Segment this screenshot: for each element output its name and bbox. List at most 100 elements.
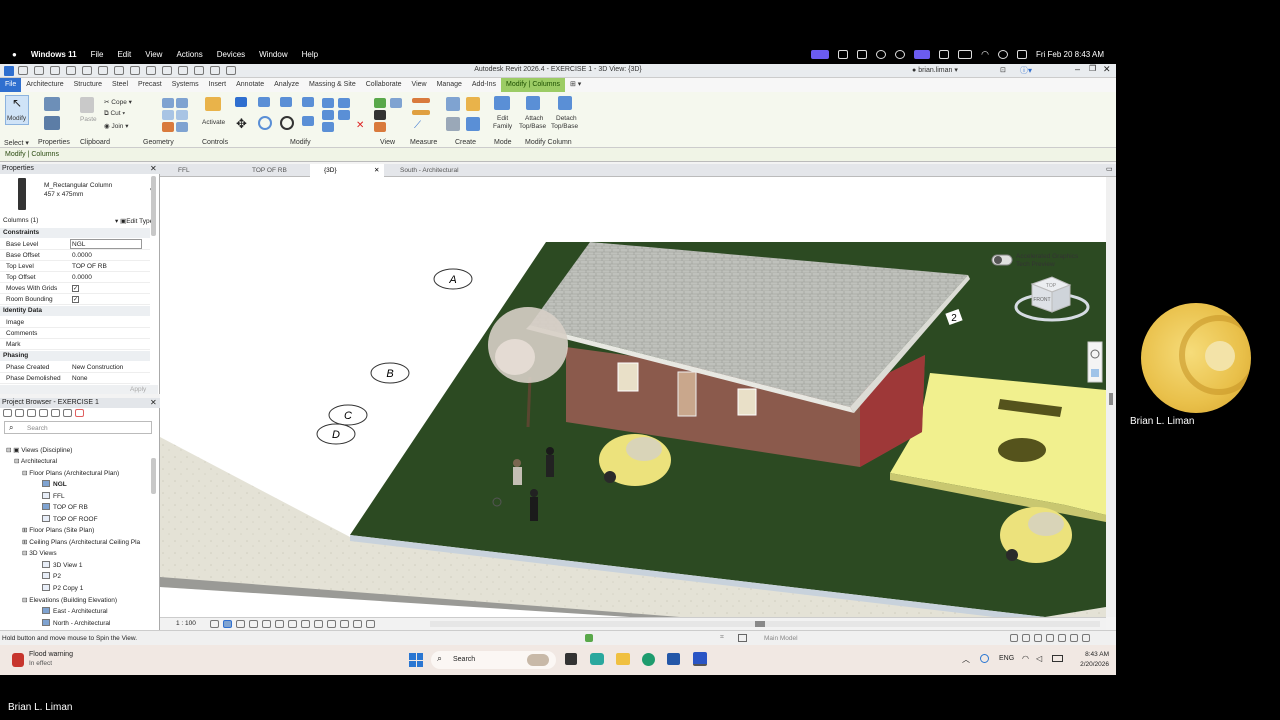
tree-item-ngl[interactable]: NGL — [42, 480, 67, 488]
tree-item-north[interactable]: North - Architectural — [42, 619, 110, 627]
offset-icon[interactable] — [258, 97, 270, 107]
phase-demolished-field[interactable]: None — [72, 375, 88, 382]
edit-type-button[interactable]: ▾ ▣Edit Type — [115, 217, 153, 225]
analytical-icon[interactable] — [353, 620, 362, 628]
browser-close-icon[interactable]: ✕ — [150, 398, 157, 407]
attach-label-2[interactable]: Top/Base — [519, 123, 546, 130]
select-links-icon[interactable] — [1010, 634, 1018, 642]
control-center-icon[interactable] — [1016, 49, 1027, 59]
menu-windows11[interactable]: Windows 11 — [31, 50, 77, 59]
cope-button[interactable]: ✂ Cope ▾ — [104, 98, 132, 106]
split-gap-icon[interactable] — [338, 98, 350, 108]
tree-item-ffl[interactable]: FFL — [42, 492, 65, 500]
attach-label-1[interactable]: Attach — [525, 115, 543, 122]
geometry-icon-1[interactable] — [162, 98, 174, 108]
participant-video[interactable] — [1141, 303, 1251, 413]
restore-button[interactable]: ❐ — [1089, 64, 1096, 73]
battery-icon[interactable] — [1052, 655, 1063, 662]
select-by-face-icon[interactable] — [1046, 634, 1054, 642]
parallels-icon[interactable] — [914, 49, 931, 59]
top-offset-field[interactable]: 0.0000 — [72, 274, 92, 281]
weather-alert-icon[interactable] — [12, 653, 24, 667]
temp-hide-icon[interactable] — [314, 620, 323, 628]
search-icon[interactable] — [997, 49, 1008, 59]
delete-icon[interactable]: ✕ — [356, 120, 364, 131]
grid-bubble-a[interactable]: A — [433, 268, 473, 290]
tab-view[interactable]: View — [407, 78, 432, 92]
render-icon[interactable] — [262, 620, 271, 628]
play-icon[interactable] — [895, 49, 906, 59]
copy-icon[interactable] — [258, 116, 272, 130]
viewport-vscroll[interactable] — [1106, 177, 1116, 617]
create-parts-icon[interactable] — [466, 97, 480, 111]
selection-filter[interactable]: Columns (1) — [3, 217, 38, 224]
tree-node-site-plan[interactable]: ⊞ Floor Plans (Site Plan) — [22, 526, 94, 534]
properties-scrollbar[interactable] — [151, 176, 156, 236]
apply-button[interactable]: Apply — [130, 386, 146, 393]
unpin-icon[interactable] — [338, 110, 350, 120]
geometry-icon-5[interactable] — [162, 122, 174, 132]
view-scale[interactable]: 1 : 100 — [176, 620, 196, 627]
geometry-icon-3[interactable] — [162, 110, 174, 120]
wifi-icon[interactable]: ◠ — [1022, 654, 1029, 663]
tab-close-icon[interactable]: ✕ — [374, 164, 379, 177]
car-1[interactable] — [599, 434, 671, 486]
edge-icon[interactable] — [642, 653, 655, 666]
crop-icon[interactable] — [275, 620, 284, 628]
window-1[interactable] — [617, 362, 639, 392]
tab-file[interactable]: File — [0, 78, 22, 92]
edit-family-icon[interactable] — [494, 96, 510, 110]
select-underlay-icon[interactable] — [1022, 634, 1030, 642]
start-button[interactable] — [409, 653, 423, 667]
align-icon[interactable] — [235, 97, 247, 107]
array-icon[interactable] — [322, 122, 334, 132]
tab-manage[interactable]: Manage — [432, 78, 467, 92]
zoom-icon[interactable] — [1091, 369, 1099, 377]
create-assembly-icon[interactable] — [446, 97, 460, 111]
section-phasing[interactable]: Phasing — [0, 351, 150, 361]
display-icon[interactable] — [939, 49, 950, 59]
move-icon[interactable]: ✥ — [236, 116, 247, 132]
measure-distance-icon[interactable] — [412, 98, 430, 103]
language-indicator[interactable]: ENG — [999, 655, 1014, 662]
tab-precast[interactable]: Precast — [133, 78, 167, 92]
tab-add-ins[interactable]: Add-Ins — [467, 78, 501, 92]
view-tab-south[interactable]: South - Architectural — [386, 164, 486, 177]
rotate-icon[interactable] — [280, 116, 294, 130]
vscroll-thumb[interactable] — [1109, 393, 1113, 405]
tab-structure[interactable]: Structure — [69, 78, 107, 92]
onedrive-icon[interactable] — [980, 654, 989, 663]
type-properties-icon[interactable] — [44, 97, 60, 111]
menu-window[interactable]: Window — [259, 50, 287, 59]
wifi-icon[interactable]: ◠ — [981, 49, 989, 60]
shadows-icon[interactable] — [249, 620, 258, 628]
tabs-menu-icon[interactable]: ▭ — [1106, 165, 1113, 173]
screenshot-icon[interactable] — [857, 49, 868, 59]
browser-family-icon[interactable] — [39, 409, 48, 417]
group-select[interactable]: Select ▾ — [4, 139, 29, 147]
background-process-icon[interactable] — [1070, 634, 1078, 642]
design-options-icon[interactable]: ⌗ — [720, 634, 724, 642]
tab-systems[interactable]: Systems — [167, 78, 204, 92]
grid-bubble-d[interactable]: D — [316, 423, 356, 445]
tree-node-floor-plans[interactable]: ⊟ Floor Plans (Architectural Plan) — [22, 469, 119, 477]
tab-modify-columns[interactable]: Modify | Columns — [501, 78, 565, 92]
browser-group-icon[interactable] — [51, 409, 60, 417]
properties-close-icon[interactable]: ✕ — [150, 164, 157, 173]
browser-scrollbar[interactable] — [151, 458, 156, 494]
menu-edit[interactable]: Edit — [117, 50, 131, 59]
sun-path-icon[interactable] — [236, 620, 245, 628]
menu-devices[interactable]: Devices — [217, 50, 245, 59]
browser-filter-icon[interactable] — [75, 409, 84, 417]
apple-icon[interactable]: ● — [12, 50, 17, 59]
room-bounding-checkbox[interactable]: ✓ — [72, 296, 79, 303]
tab-massing-site[interactable]: Massing & Site — [304, 78, 361, 92]
person-1[interactable] — [513, 459, 522, 485]
window-2[interactable] — [737, 388, 757, 416]
family-type[interactable]: 457 x 475mm — [44, 191, 83, 198]
family-name[interactable]: M_Rectangular Column — [44, 182, 112, 189]
file-explorer-icon[interactable] — [616, 653, 630, 665]
edit-family-label-1[interactable]: Edit — [497, 115, 508, 122]
taskbar-date[interactable]: 2/20/2026 — [1068, 661, 1109, 668]
tab-collaborate[interactable]: Collaborate — [361, 78, 407, 92]
